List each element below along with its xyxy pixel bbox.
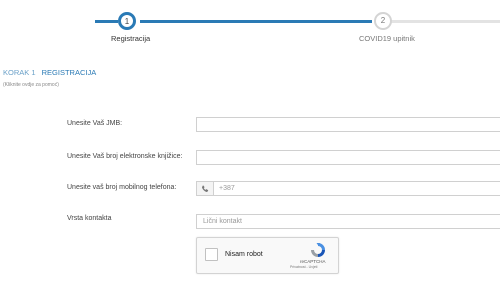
- jmb-input[interactable]: [196, 117, 500, 132]
- recaptcha-checkbox[interactable]: [205, 248, 218, 261]
- phone-icon: [197, 182, 214, 195]
- contact-type-value: Lični kontakt: [203, 218, 242, 225]
- step-heading: KORAK 1 REGISTRACIJA: [3, 68, 96, 77]
- recaptcha-widget: Nisam robot reCAPTCHA Privatnost - Uvjet…: [196, 237, 339, 274]
- step-1-label: Registracija: [111, 34, 151, 43]
- step-prefix: KORAK 1: [3, 68, 36, 77]
- recaptcha-terms-link[interactable]: Privatnost - Uvjeti: [290, 265, 317, 269]
- phone-country-code: +387: [219, 185, 235, 192]
- card-number-label: Unesite Vaš broj elektronske knjižice:: [67, 153, 183, 160]
- contact-type-select[interactable]: Lični kontakt: [196, 214, 500, 229]
- phone-label: Unesite vaš broj mobilnog telefona:: [67, 184, 177, 191]
- step-title: REGISTRACIJA: [41, 68, 97, 77]
- contact-type-label: Vrsta kontakta: [67, 215, 112, 222]
- card-number-input[interactable]: [196, 150, 500, 165]
- stepper-line-pending: [391, 20, 500, 23]
- recaptcha-label: Nisam robot: [225, 251, 263, 258]
- registration-page: 1 Registracija 2 COVID19 upitnik KORAK 1…: [0, 0, 500, 284]
- step-2-label: COVID19 upitnik: [359, 34, 415, 43]
- phone-input[interactable]: +387: [196, 181, 500, 196]
- recaptcha-logo-icon: [311, 243, 325, 257]
- step-1-circle[interactable]: 1: [118, 12, 136, 30]
- help-link[interactable]: (Kliknite ovdje za pomoć): [3, 82, 59, 88]
- progress-stepper: 1 Registracija 2 COVID19 upitnik: [0, 0, 500, 50]
- step-2-circle[interactable]: 2: [374, 12, 392, 30]
- stepper-line-start: [95, 20, 118, 23]
- recaptcha-brand: reCAPTCHA: [300, 259, 326, 264]
- stepper-line-complete: [140, 20, 372, 23]
- jmb-label: Unesite Vaš JMB:: [67, 120, 123, 127]
